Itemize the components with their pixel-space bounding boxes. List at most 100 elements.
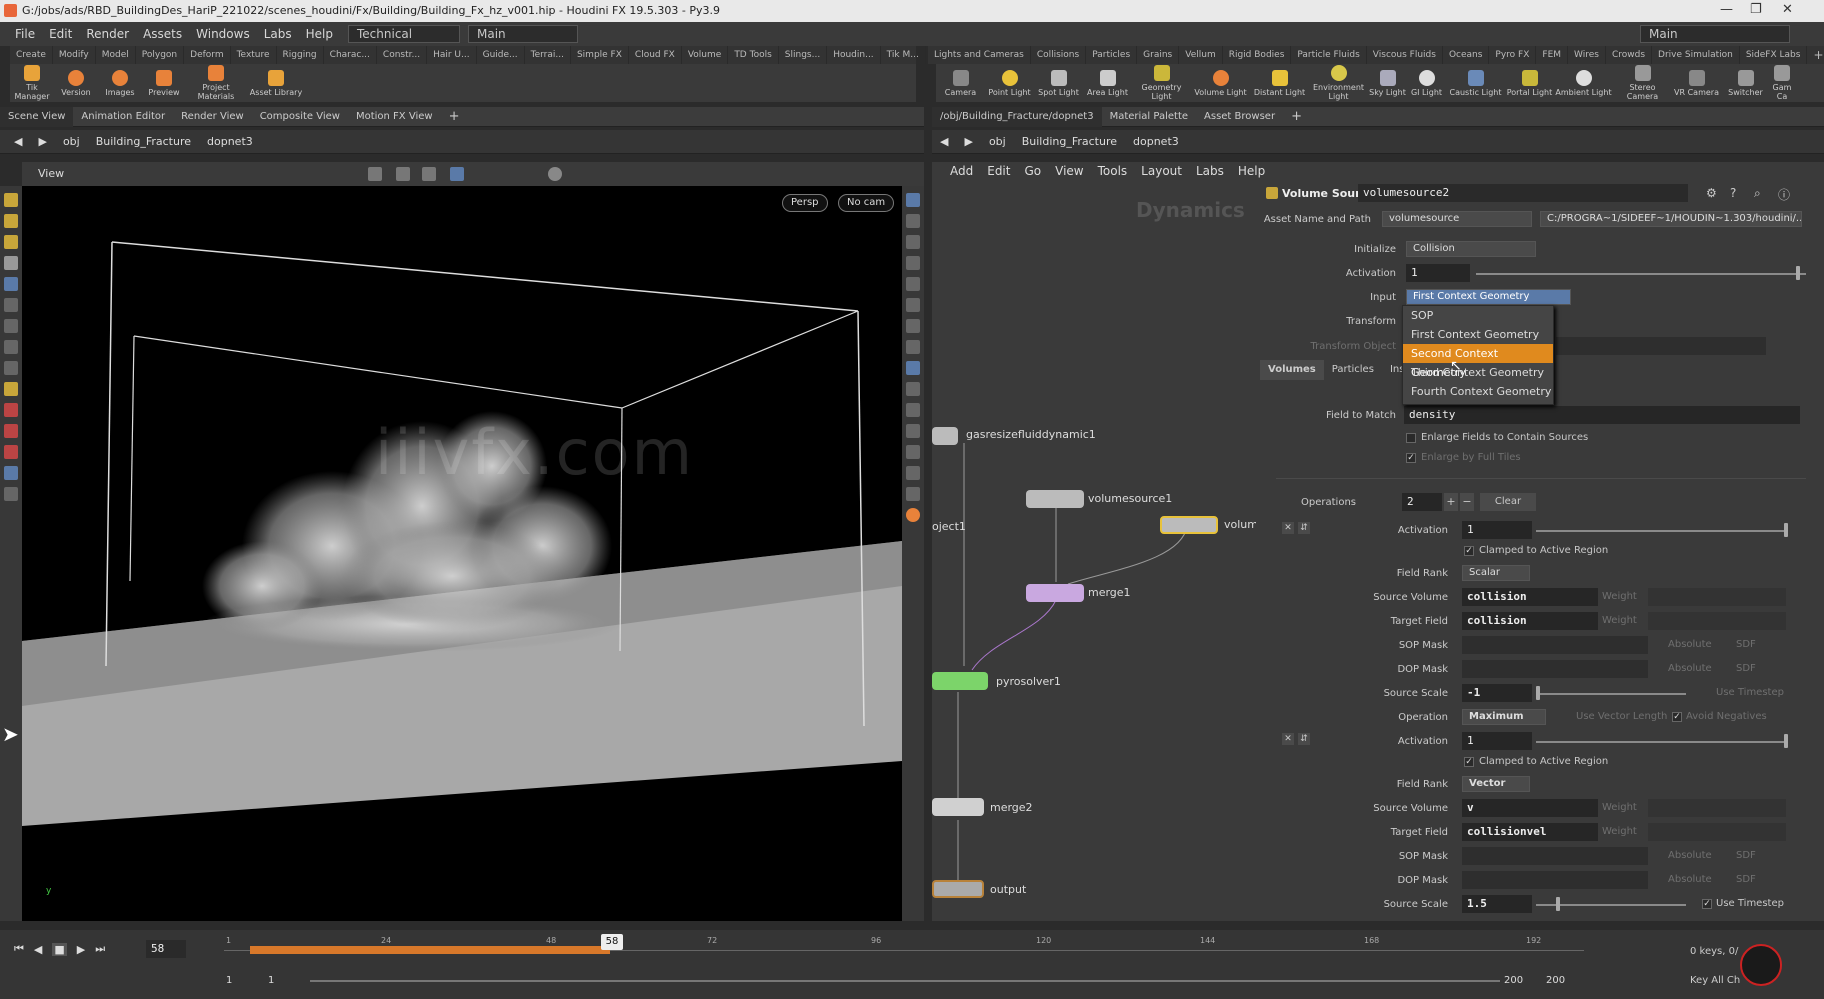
magnet-icon[interactable] (4, 403, 18, 417)
transform-object-field[interactable] (1556, 337, 1766, 355)
tab-network-path[interactable]: /obj/Building_Fracture/dopnet3 (932, 106, 1102, 127)
shelf-tab[interactable]: Oceans (1443, 46, 1490, 64)
op2-sop-mask-field[interactable] (1462, 847, 1648, 865)
activation-field[interactable]: 1 (1406, 264, 1470, 282)
caustic-light-tool[interactable]: Caustic Light (1446, 69, 1505, 97)
stereo-camera-tool[interactable]: Stereo Camera (1613, 65, 1672, 101)
warning-icon[interactable] (906, 508, 920, 522)
playback-start-field[interactable]: 1 (268, 975, 274, 986)
gi-light-tool[interactable]: GI Light (1407, 69, 1446, 97)
tab-scene-view[interactable]: Scene View (0, 106, 74, 127)
current-frame-field[interactable]: 58 (146, 940, 186, 958)
asset-path-dropdown[interactable]: C:/PROGRA~1/SIDEEF~1/HOUDIN~1.303/houdin… (1540, 211, 1802, 227)
range-start-field[interactable]: 1 (226, 975, 232, 986)
display-option-icon[interactable] (906, 193, 920, 207)
shelf-tab[interactable]: Charac... (324, 46, 377, 64)
shelf-tab[interactable]: Deform (184, 46, 231, 64)
last-frame-icon[interactable]: ⏭ (95, 942, 105, 956)
add-tab-icon[interactable]: + (441, 107, 468, 127)
volume-light-tool[interactable]: Volume Light (1191, 69, 1250, 97)
shelf-tab[interactable]: Slings... (779, 46, 828, 64)
environment-light-tool[interactable]: Environment Light (1309, 65, 1368, 101)
view-tool-icon[interactable] (368, 167, 382, 181)
node-merge1[interactable] (1026, 584, 1084, 602)
activation-slider-handle[interactable] (1796, 266, 1800, 280)
shelf-tab[interactable]: Pyro FX (1489, 46, 1537, 64)
op2-use-timestep-checkbox[interactable]: ✓ (1702, 899, 1712, 909)
operations-count[interactable]: 2 (1402, 493, 1442, 511)
op1-field-rank-dropdown[interactable]: Scalar (1462, 565, 1530, 581)
op1-weight-field[interactable] (1648, 588, 1786, 606)
persp-menu[interactable]: Persp (782, 194, 828, 212)
node-output[interactable] (932, 880, 984, 898)
shelf-tab[interactable]: Polygon (136, 46, 185, 64)
op2-clamped-checkbox[interactable]: ✓ (1464, 757, 1474, 767)
game-camera-tool[interactable]: Gam Ca (1770, 65, 1794, 101)
shelf-tab[interactable]: Hair U... (427, 46, 477, 64)
shelf-tab[interactable]: Grains (1137, 46, 1180, 64)
op2-source-scale-slider-handle[interactable] (1556, 897, 1560, 911)
menu-file[interactable]: File (8, 22, 42, 46)
vr-camera-tool[interactable]: VR Camera (1672, 69, 1721, 97)
play-icon[interactable]: ▶ (77, 943, 85, 956)
enlarge-tiles-checkbox[interactable]: ✓ (1406, 453, 1416, 463)
display-option-icon[interactable] (906, 466, 920, 480)
shelf-tab[interactable]: Particle Fluids (1291, 46, 1367, 64)
right-shelf-set-dropdown[interactable]: Main (1640, 25, 1790, 43)
select-tool-icon[interactable] (396, 167, 410, 181)
add-shelf-icon[interactable]: + (1807, 46, 1824, 64)
first-frame-icon[interactable]: ⏮ (14, 942, 24, 956)
op1-weight-field[interactable] (1648, 612, 1786, 630)
dropdown-item-sop[interactable]: SOP (1403, 306, 1553, 325)
desktop-dropdown[interactable]: Technical (348, 25, 460, 43)
tool-icon[interactable] (4, 361, 18, 375)
op2-activation-field[interactable]: 1 (1462, 732, 1532, 750)
op1-avoid-negatives-checkbox[interactable]: ✓ (1672, 712, 1682, 722)
op2-field-rank-dropdown[interactable]: Vector (1462, 776, 1530, 792)
op2-source-scale-field[interactable]: 1.5 (1462, 895, 1532, 913)
display-option-icon[interactable] (906, 256, 920, 270)
forward-icon[interactable]: ▶ (30, 130, 54, 154)
menu-layout[interactable]: Layout (1134, 162, 1189, 180)
camera-menu[interactable]: No cam (838, 194, 895, 212)
node-name-field[interactable]: volumesource2 (1358, 184, 1688, 202)
breadcrumb-building-fracture[interactable]: Building_Fracture (88, 130, 199, 154)
shelf-tab[interactable]: Particles (1086, 46, 1138, 64)
display-option-icon[interactable] (906, 424, 920, 438)
add-tab-icon[interactable]: + (1283, 107, 1310, 127)
display-mode-icon[interactable] (450, 167, 464, 181)
snapshot-icon[interactable] (548, 167, 562, 181)
menu-labs[interactable]: Labs (257, 22, 299, 46)
display-option-icon[interactable] (906, 277, 920, 291)
shelf-tab[interactable]: Modify (53, 46, 96, 64)
shelf-tab[interactable]: Terrai... (525, 46, 571, 64)
input-dropdown[interactable]: First Context Geometry (1406, 289, 1571, 305)
shelf-tab[interactable]: Collisions (1031, 46, 1087, 64)
dropdown-item-third-context[interactable]: Third Context Geometry (1403, 363, 1553, 382)
op1-dop-mask-field[interactable] (1462, 660, 1648, 678)
tool-icon[interactable] (4, 298, 18, 312)
lock-icon[interactable] (4, 277, 18, 291)
shelf-tab[interactable]: TD Tools (728, 46, 779, 64)
search-icon[interactable]: ⌕ (1754, 186, 1761, 201)
shelf-tab[interactable]: Guide... (477, 46, 525, 64)
back-icon[interactable]: ◀ (932, 130, 956, 154)
geometry-light-tool[interactable]: Geometry Light (1132, 65, 1191, 101)
shelf-tab[interactable]: Wires (1568, 46, 1606, 64)
menu-render[interactable]: Render (79, 22, 136, 46)
network-editor[interactable]: Dynamics gasresizefluiddynamic1 volumeso… (932, 180, 1258, 921)
display-option-icon[interactable] (906, 319, 920, 333)
shelf-tab[interactable]: FEM (1536, 46, 1569, 64)
spot-light-tool[interactable]: Spot Light (1034, 69, 1083, 97)
switcher-tool[interactable]: Switcher (1721, 69, 1770, 97)
display-option-icon[interactable] (906, 235, 920, 249)
shelf-tab[interactable]: Vellum (1179, 46, 1223, 64)
op1-sop-mask-field[interactable] (1462, 636, 1648, 654)
menu-windows[interactable]: Windows (189, 22, 257, 46)
initialize-dropdown[interactable]: Collision (1406, 241, 1536, 257)
range-end-field[interactable]: 200 (1546, 975, 1565, 986)
activation-slider[interactable] (1476, 273, 1806, 275)
tab-particles[interactable]: Particles (1324, 360, 1382, 380)
display-option-icon[interactable] (906, 298, 920, 312)
op1-activation-slider-handle[interactable] (1784, 523, 1788, 537)
